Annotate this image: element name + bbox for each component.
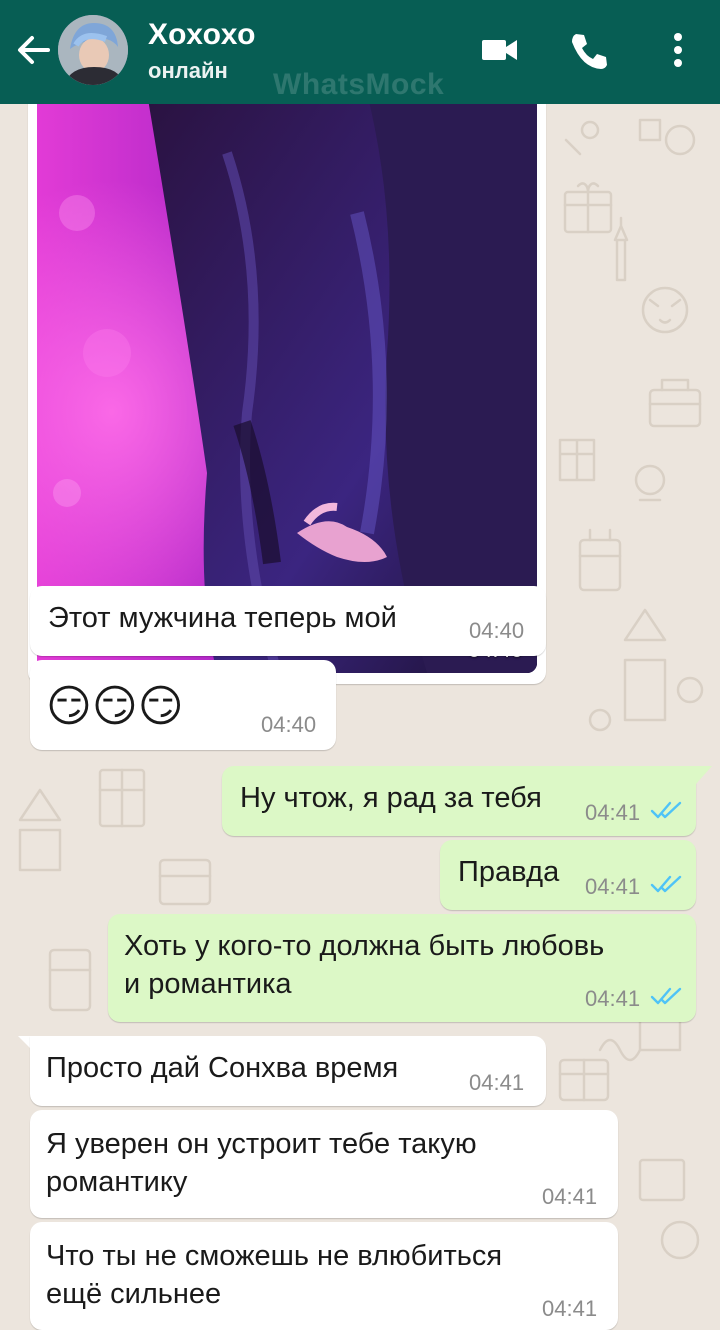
message-text: Просто дай Сонхва время <box>46 1052 399 1084</box>
message-time: 04:41 <box>585 874 641 899</box>
message-text-line1: Что ты не сможешь не влюбиться <box>46 1240 503 1272</box>
message-text-line2: ещё сильнее <box>46 1278 222 1310</box>
message-text-line1: Хоть у кого-то должна быть любовь <box>124 930 605 962</box>
double-check-icon <box>650 801 682 819</box>
incoming-message[interactable]: Что ты не сможешь не влюбиться ещё сильн… <box>30 1222 618 1330</box>
outgoing-message[interactable]: Правда 04:41 <box>440 840 696 910</box>
message-time: 04:41 <box>585 986 641 1011</box>
message-text: Этот мужчина теперь мой <box>48 602 397 634</box>
double-check-icon <box>650 875 682 893</box>
more-options-icon <box>674 33 682 67</box>
incoming-message[interactable]: Я уверен он устроит тебе такую романтику… <box>30 1110 618 1218</box>
message-time: 04:40 <box>469 618 525 643</box>
contact-avatar[interactable] <box>58 15 128 85</box>
phone-call-icon <box>572 34 607 69</box>
more-options-button[interactable] <box>656 28 700 72</box>
message-time: 04:40 <box>261 712 317 737</box>
message-time: 04:41 <box>542 1296 598 1321</box>
watermark: WhatsMock <box>273 68 445 101</box>
back-arrow-icon <box>18 36 50 64</box>
message-text: Правда <box>458 856 560 888</box>
video-call-button[interactable] <box>478 28 522 72</box>
outgoing-message[interactable]: Хоть у кого-то должна быть любовь и рома… <box>108 914 696 1022</box>
message-time: 04:41 <box>542 1184 598 1209</box>
emoji-text: 😏😏😏 <box>46 681 184 732</box>
video-call-icon <box>482 40 517 60</box>
outgoing-message[interactable]: Ну чтож, я рад за тебя 04:41 <box>222 766 696 836</box>
message-list[interactable]: 04:40 Этот мужчина теперь мой 04:40 😏😏😏 … <box>0 84 720 1330</box>
avatar-image <box>58 15 128 85</box>
message-text: Ну чтож, я рад за тебя <box>240 782 542 814</box>
message-time: 04:41 <box>585 800 641 825</box>
bubble-tail <box>696 766 712 784</box>
message-text-line1: Я уверен он устроит тебе такую <box>46 1128 477 1160</box>
contact-name[interactable]: Хохохо <box>148 18 256 52</box>
double-check-icon <box>650 987 682 1005</box>
incoming-message[interactable]: Просто дай Сонхва время 04:41 <box>30 1036 546 1106</box>
message-text-line2: и романтика <box>124 968 292 1000</box>
incoming-message[interactable]: 😏😏😏 04:40 <box>30 660 336 750</box>
contact-status: онлайн <box>148 58 228 83</box>
message-text-line2: романтику <box>46 1166 188 1198</box>
chat-header: Хохохо онлайн WhatsMock <box>0 0 720 104</box>
voice-call-button[interactable] <box>566 28 610 72</box>
message-time: 04:41 <box>469 1070 525 1095</box>
incoming-message[interactable]: Этот мужчина теперь мой 04:40 <box>30 586 546 656</box>
back-button[interactable] <box>14 30 54 70</box>
